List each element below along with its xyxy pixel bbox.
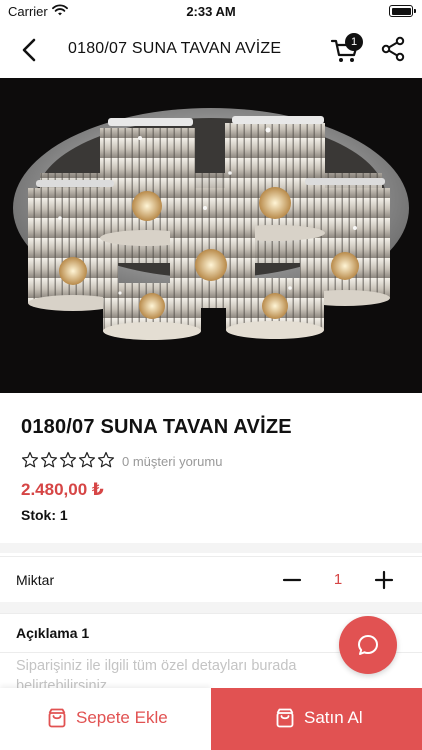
section-divider bbox=[0, 543, 422, 553]
rating-stars bbox=[21, 451, 115, 471]
plus-icon[interactable] bbox=[373, 569, 395, 591]
page-title: 0180/07 SUNA TAVAN AVİZE bbox=[68, 40, 282, 57]
status-bar: Carrier 2:33 AM bbox=[0, 0, 422, 24]
description-heading: Açıklama 1 bbox=[16, 625, 90, 641]
chat-button[interactable] bbox=[339, 616, 397, 674]
stock-label: Stok: 1 bbox=[21, 507, 68, 523]
product-price: 2.480,00 ₺ bbox=[21, 480, 104, 499]
add-to-cart-label: Sepete Ekle bbox=[76, 708, 168, 727]
shopping-bag-icon bbox=[276, 708, 294, 728]
quantity-value[interactable]: 1 bbox=[320, 571, 356, 588]
bottom-action-bar: Sepete Ekle Satın Al bbox=[0, 688, 422, 750]
star-outline-icon bbox=[78, 451, 96, 468]
minus-icon[interactable] bbox=[281, 569, 303, 591]
quantity-row: Miktar 1 bbox=[0, 556, 422, 604]
chat-icon bbox=[358, 635, 378, 655]
cart-count-badge: 1 bbox=[345, 33, 363, 51]
star-outline-icon bbox=[40, 451, 58, 468]
star-outline-icon bbox=[59, 451, 77, 468]
buy-now-button[interactable]: Satın Al bbox=[211, 688, 422, 750]
product-info: 0180/07 SUNA TAVAN AVİZE 0 müşteri yorum… bbox=[0, 393, 422, 543]
battery-icon bbox=[389, 5, 416, 17]
star-outline-icon bbox=[21, 451, 39, 468]
shopping-bag-icon bbox=[48, 708, 66, 728]
star-outline-icon bbox=[97, 451, 115, 468]
buy-now-label: Satın Al bbox=[304, 708, 363, 727]
share-icon[interactable] bbox=[380, 36, 406, 62]
review-count-link[interactable]: 0 müşteri yorumu bbox=[122, 454, 222, 469]
product-name: 0180/07 SUNA TAVAN AVİZE bbox=[21, 416, 292, 438]
navigation-bar: 0180/07 SUNA TAVAN AVİZE 1 bbox=[0, 24, 422, 76]
quantity-label: Miktar bbox=[16, 572, 55, 588]
product-image[interactable] bbox=[0, 78, 422, 393]
clock: 2:33 AM bbox=[186, 4, 236, 19]
back-arrow-icon[interactable] bbox=[16, 36, 44, 64]
add-to-cart-button[interactable]: Sepete Ekle bbox=[0, 688, 211, 750]
section-divider bbox=[0, 602, 422, 613]
